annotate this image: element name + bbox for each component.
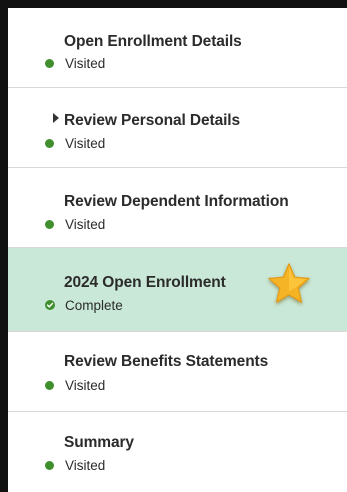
visited-dot-icon [45, 380, 54, 390]
step-status-text: Visited [65, 377, 106, 393]
step-status: Visited [45, 457, 106, 473]
step-status: Visited [45, 135, 106, 151]
visited-dot-icon [45, 460, 54, 470]
left-border [0, 0, 8, 492]
step-summary[interactable]: Summary Visited [8, 412, 347, 492]
step-status: Visited [45, 55, 106, 71]
step-status-text: Visited [65, 216, 106, 232]
check-circle-icon [45, 300, 55, 310]
step-status: Visited [45, 216, 106, 232]
step-title: Summary [64, 434, 134, 451]
step-review-benefits-statements[interactable]: Review Benefits Statements Visited [8, 332, 347, 412]
step-title: Review Benefits Statements [64, 353, 269, 370]
step-status-text: Visited [65, 55, 106, 71]
visited-dot-icon [45, 138, 54, 148]
visited-dot-icon [45, 219, 54, 229]
step-status-text: Complete [65, 297, 123, 313]
enrollment-steps-panel: Open Enrollment Details Visited Review P… [8, 8, 347, 492]
caret-right-icon[interactable] [53, 113, 59, 123]
visited-dot-icon [45, 58, 54, 68]
window-frame: Open Enrollment Details Visited Review P… [0, 0, 347, 492]
star-icon [268, 263, 310, 303]
top-border [0, 0, 347, 8]
step-review-dependent-information[interactable]: Review Dependent Information Visited [8, 168, 347, 248]
step-title: Review Personal Details [64, 112, 241, 129]
step-status-text: Visited [65, 135, 106, 151]
step-title: Open Enrollment Details [64, 33, 242, 50]
step-status: Complete [45, 297, 123, 313]
step-open-enrollment-details[interactable]: Open Enrollment Details Visited [8, 8, 347, 88]
step-title: Review Dependent Information [64, 193, 289, 210]
step-review-personal-details[interactable]: Review Personal Details Visited [8, 88, 347, 168]
step-status-text: Visited [65, 457, 106, 473]
step-title: 2024 Open Enrollment [64, 274, 226, 291]
step-status: Visited [45, 377, 106, 393]
